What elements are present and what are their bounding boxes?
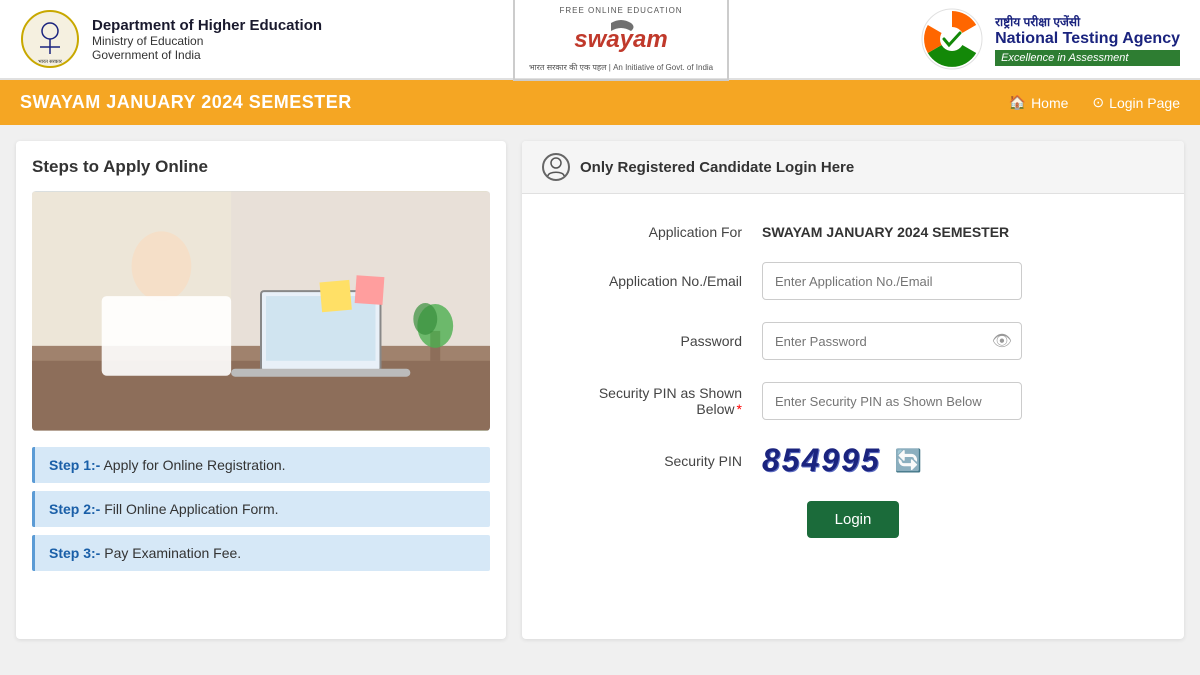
nta-hindi-name: राष्ट्रीय परीक्षा एजेंसी bbox=[995, 13, 1180, 30]
svg-text:swayam: swayam bbox=[574, 26, 667, 53]
header-right: राष्ट्रीय परीक्षा एजेंसी National Testin… bbox=[920, 7, 1180, 72]
header-center: FREE ONLINE EDUCATION swayam भारत सरकार … bbox=[513, 0, 729, 81]
swayam-logo: FREE ONLINE EDUCATION swayam भारत सरकार … bbox=[513, 0, 729, 81]
swayam-subtitle: भारत सरकार की एक पहल | An Initiative of … bbox=[529, 62, 713, 73]
dept-name: Department of Higher Education bbox=[92, 17, 322, 34]
home-icon: 🏠 bbox=[1009, 94, 1026, 111]
person-icon bbox=[547, 157, 565, 177]
login-button[interactable]: Login bbox=[807, 501, 900, 538]
svg-text:भारत सरकार: भारत सरकार bbox=[38, 59, 63, 65]
office-illustration bbox=[32, 191, 490, 431]
navbar-links: 🏠 Home ⊙ Login Page bbox=[1009, 94, 1180, 111]
left-panel: Steps to Apply Online bbox=[16, 141, 506, 639]
header: भारत सरकार Department of Higher Educatio… bbox=[0, 0, 1200, 80]
login-btn-row: Login bbox=[562, 501, 1144, 538]
step-1: Step 1:- Apply for Online Registration. bbox=[32, 447, 490, 483]
navbar: SWAYAM JANUARY 2024 SEMESTER 🏠 Home ⊙ Lo… bbox=[0, 80, 1200, 125]
main-content: Steps to Apply Online bbox=[0, 125, 1200, 655]
swayam-text-logo: swayam bbox=[556, 15, 686, 55]
header-left: भारत सरकार Department of Higher Educatio… bbox=[20, 9, 322, 69]
swayam-brand-name: swayam bbox=[529, 15, 713, 62]
login-page-link[interactable]: ⊙ Login Page bbox=[1092, 94, 1180, 111]
security-pin-input-row: Security PIN as Shown Below* bbox=[562, 382, 1144, 420]
step-3: Step 3:- Pay Examination Fee. bbox=[32, 535, 490, 571]
security-pin-input-label: Security PIN as Shown Below* bbox=[562, 385, 762, 417]
password-row: Password 👁 bbox=[562, 322, 1144, 360]
login-label: Login Page bbox=[1109, 95, 1180, 111]
step-2-bold: Step 2:- bbox=[49, 501, 100, 517]
right-panel-header: Only Registered Candidate Login Here bbox=[522, 141, 1184, 194]
nta-tagline: Excellence in Assessment bbox=[995, 50, 1180, 66]
application-for-row: Application For SWAYAM JANUARY 2024 SEME… bbox=[562, 224, 1144, 240]
security-pin-input[interactable] bbox=[762, 382, 1022, 420]
nta-english-name: National Testing Agency bbox=[995, 30, 1180, 48]
app-no-row: Application No./Email bbox=[562, 262, 1144, 300]
required-star: * bbox=[737, 401, 742, 417]
eye-toggle-icon[interactable]: 👁 bbox=[992, 331, 1012, 351]
right-panel: Only Registered Candidate Login Here App… bbox=[522, 141, 1184, 639]
security-pin-display-label: Security PIN bbox=[562, 453, 762, 469]
left-panel-title: Steps to Apply Online bbox=[32, 157, 490, 177]
nta-text: राष्ट्रीय परीक्षा एजेंसी National Testin… bbox=[995, 13, 1180, 66]
password-label: Password bbox=[562, 333, 762, 349]
home-label: Home bbox=[1031, 95, 1068, 111]
home-link[interactable]: 🏠 Home bbox=[1009, 94, 1069, 111]
step-3-text: Pay Examination Fee. bbox=[104, 545, 241, 561]
office-image bbox=[32, 191, 490, 431]
password-wrapper: 👁 bbox=[762, 322, 1022, 360]
right-panel-title: Only Registered Candidate Login Here bbox=[580, 159, 854, 176]
step-2-text: Fill Online Application Form. bbox=[104, 501, 278, 517]
step-3-bold: Step 3:- bbox=[49, 545, 100, 561]
navbar-title: SWAYAM JANUARY 2024 SEMESTER bbox=[20, 92, 352, 113]
step-1-bold: Step 1:- bbox=[49, 457, 100, 473]
nta-logo-icon bbox=[920, 7, 985, 72]
application-for-label: Application For bbox=[562, 224, 762, 240]
step-1-text: Apply for Online Registration. bbox=[103, 457, 285, 473]
swayam-free-label: FREE ONLINE EDUCATION bbox=[529, 6, 713, 15]
password-input[interactable] bbox=[762, 322, 1022, 360]
security-pin-value: 854995 bbox=[762, 442, 881, 479]
security-pin-display: 854995 🔄 bbox=[762, 442, 922, 479]
right-panel-body: Application For SWAYAM JANUARY 2024 SEME… bbox=[522, 194, 1184, 568]
govt-name: Government of India bbox=[92, 48, 322, 62]
refresh-captcha-icon[interactable]: 🔄 bbox=[895, 448, 922, 474]
govt-emblem-icon: भारत सरकार bbox=[20, 9, 80, 69]
step-2: Step 2:- Fill Online Application Form. bbox=[32, 491, 490, 527]
application-for-value: SWAYAM JANUARY 2024 SEMESTER bbox=[762, 224, 1009, 240]
security-pin-display-row: Security PIN 854995 🔄 bbox=[562, 442, 1144, 479]
app-no-label: Application No./Email bbox=[562, 273, 762, 289]
user-icon bbox=[542, 153, 570, 181]
login-icon: ⊙ bbox=[1092, 94, 1104, 111]
dept-info: Department of Higher Education Ministry … bbox=[92, 17, 322, 62]
ministry-name: Ministry of Education bbox=[92, 34, 322, 48]
app-no-input[interactable] bbox=[762, 262, 1022, 300]
